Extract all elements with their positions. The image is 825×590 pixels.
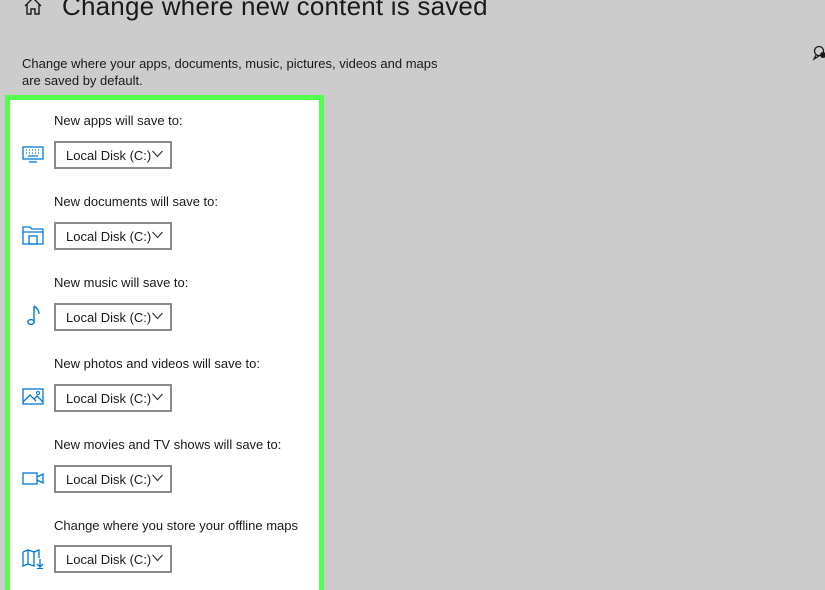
dropdown-value: Local Disk (C:) xyxy=(66,309,152,325)
movies-location-dropdown[interactable]: Local Disk (C:) xyxy=(54,465,172,493)
setting-label-movies: New movies and TV shows will save to: xyxy=(54,437,282,452)
video-camera-icon xyxy=(22,472,44,485)
save-locations-panel: New apps will save to: Local Disk (C:) N… xyxy=(5,95,324,590)
setting-label-music: New music will save to: xyxy=(54,275,189,290)
setting-label-apps: New apps will save to: xyxy=(54,113,183,128)
maps-location-dropdown[interactable]: Local Disk (C:) xyxy=(54,545,172,573)
chevron-down-icon xyxy=(152,393,163,401)
feedback-icon[interactable] xyxy=(812,45,825,61)
music-location-dropdown[interactable]: Local Disk (C:) xyxy=(54,303,172,331)
map-icon xyxy=(22,549,44,569)
chevron-down-icon xyxy=(152,312,163,320)
chevron-down-icon xyxy=(152,554,163,562)
setting-label-maps: Change where you store your offline maps xyxy=(54,518,299,533)
chevron-down-icon xyxy=(152,231,163,239)
dropdown-value: Local Disk (C:) xyxy=(66,147,152,163)
apps-location-dropdown[interactable]: Local Disk (C:) xyxy=(54,141,172,169)
dropdown-value: Local Disk (C:) xyxy=(66,228,152,244)
page-description: Change where your apps, documents, music… xyxy=(22,56,438,88)
setting-label-photos: New photos and videos will save to: xyxy=(54,356,260,371)
music-note-icon xyxy=(27,305,40,326)
photos-location-dropdown[interactable]: Local Disk (C:) xyxy=(54,384,172,412)
dropdown-value: Local Disk (C:) xyxy=(66,551,152,567)
dropdown-value: Local Disk (C:) xyxy=(66,471,152,487)
chevron-down-icon xyxy=(152,474,163,482)
photo-icon xyxy=(22,388,44,405)
folder-icon xyxy=(22,226,44,245)
setting-label-documents: New documents will save to: xyxy=(54,194,219,209)
dropdown-value: Local Disk (C:) xyxy=(66,390,152,406)
page-title: Change where new content is saved xyxy=(62,0,488,21)
page-header: Change where new content is saved xyxy=(22,0,488,26)
keyboard-icon xyxy=(22,146,44,163)
chevron-down-icon xyxy=(152,150,163,158)
documents-location-dropdown[interactable]: Local Disk (C:) xyxy=(54,222,172,250)
home-icon[interactable] xyxy=(22,0,44,17)
